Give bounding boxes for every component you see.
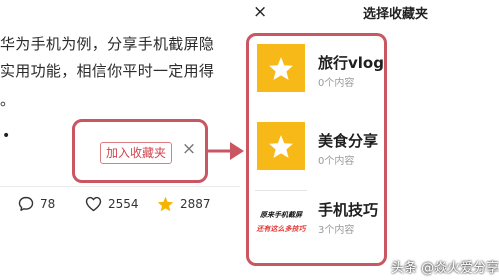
folder-count: 0个内容 xyxy=(318,156,355,167)
bullet-point: • xyxy=(2,128,11,144)
close-icon[interactable]: × xyxy=(253,2,267,22)
like-stat[interactable]: 2554 xyxy=(85,196,139,212)
folder-thumbnail: 原来手机截屏 还有这么多技巧 xyxy=(255,190,307,247)
favorite-count: 2887 xyxy=(180,197,211,211)
comment-stat[interactable]: 78 xyxy=(18,196,55,212)
folder-count: 3个内容 xyxy=(318,225,355,236)
heart-icon xyxy=(85,196,102,212)
star-icon xyxy=(269,56,293,80)
article-text-line: 。 xyxy=(0,91,16,109)
comment-count: 78 xyxy=(40,197,56,211)
folder-thumbnail xyxy=(257,44,305,92)
star-icon xyxy=(269,134,293,158)
folder-item[interactable]: 美食分享 0个内容 xyxy=(249,118,384,188)
comment-icon xyxy=(18,196,34,211)
add-to-favorites-button[interactable]: 加入收藏夹 xyxy=(100,142,173,164)
add-to-favorites-popup: 加入收藏夹 × xyxy=(72,119,208,183)
watermark-text: 头条 @焱火爱分享 xyxy=(391,261,499,276)
folder-name: 手机技巧 xyxy=(318,201,379,219)
star-icon xyxy=(157,196,174,212)
thumbnail-text: 原来手机截屏 xyxy=(260,211,302,219)
folder-thumbnail xyxy=(257,122,305,170)
article-text-line: 实用功能，相信你平时一定用得 xyxy=(0,62,215,80)
folder-name: 旅行vlog xyxy=(318,54,384,72)
favorites-folder-list: 旅行vlog 0个内容 美食分享 0个内容 原来手机截屏 还有这么多技巧 手机技… xyxy=(246,33,387,266)
divider xyxy=(0,186,240,187)
watermark: 头条 @焱火爱分享 xyxy=(391,257,499,276)
close-icon[interactable]: × xyxy=(180,138,198,160)
folder-name: 美食分享 xyxy=(318,132,379,150)
article-text-line: 华为手机为例，分享手机截屏隐 xyxy=(0,35,215,53)
arrow-icon xyxy=(206,142,244,160)
favorite-stat[interactable]: 2887 xyxy=(157,196,211,212)
page-title: 选择收藏夹 xyxy=(363,7,429,22)
folder-count: 0个内容 xyxy=(318,78,355,89)
folder-item[interactable]: 旅行vlog 0个内容 xyxy=(249,40,384,110)
folder-item[interactable]: 原来手机截屏 还有这么多技巧 手机技巧 3个内容 xyxy=(249,187,384,257)
like-count: 2554 xyxy=(108,197,139,211)
thumbnail-text: 还有这么多技巧 xyxy=(256,225,306,233)
